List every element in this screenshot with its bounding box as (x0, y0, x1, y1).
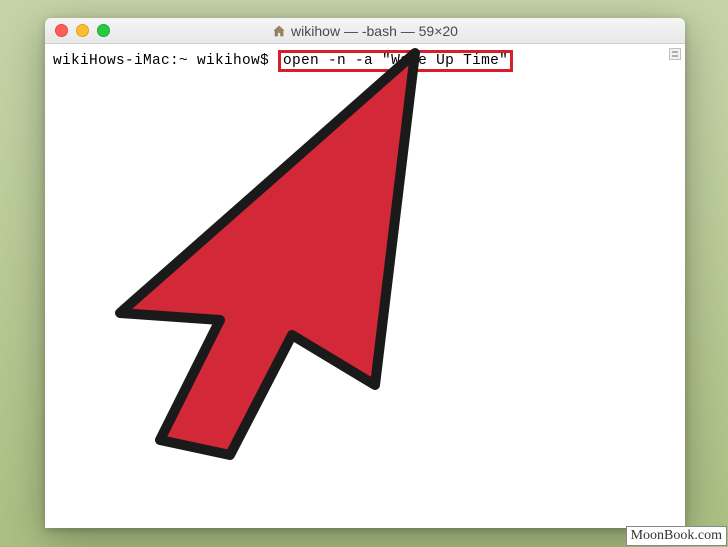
watermark: MoonBook.com (626, 526, 727, 546)
minimize-button[interactable] (76, 24, 89, 37)
titlebar: wikihow — -bash — 59×20 (45, 18, 685, 44)
highlighted-command: open -n -a "Wake Up Time" (278, 50, 513, 72)
command-text: open -n -a "Wake Up Time" (283, 53, 508, 69)
traffic-lights (45, 24, 110, 37)
command-line: wikiHows-iMac:~ wikihow$ open -n -a "Wak… (53, 50, 677, 72)
home-icon (272, 24, 286, 38)
window-title-text: wikihow — -bash — 59×20 (291, 23, 458, 39)
shell-prompt: wikiHows-iMac:~ wikihow$ (53, 53, 278, 69)
watermark-text: MoonBook.com (631, 528, 722, 543)
window-title: wikihow — -bash — 59×20 (272, 23, 458, 39)
maximize-button[interactable] (97, 24, 110, 37)
scrollbar-indicator (669, 48, 681, 60)
close-button[interactable] (55, 24, 68, 37)
terminal-body[interactable]: wikiHows-iMac:~ wikihow$ open -n -a "Wak… (45, 44, 685, 528)
terminal-window: wikihow — -bash — 59×20 wikiHows-iMac:~ … (45, 18, 685, 528)
